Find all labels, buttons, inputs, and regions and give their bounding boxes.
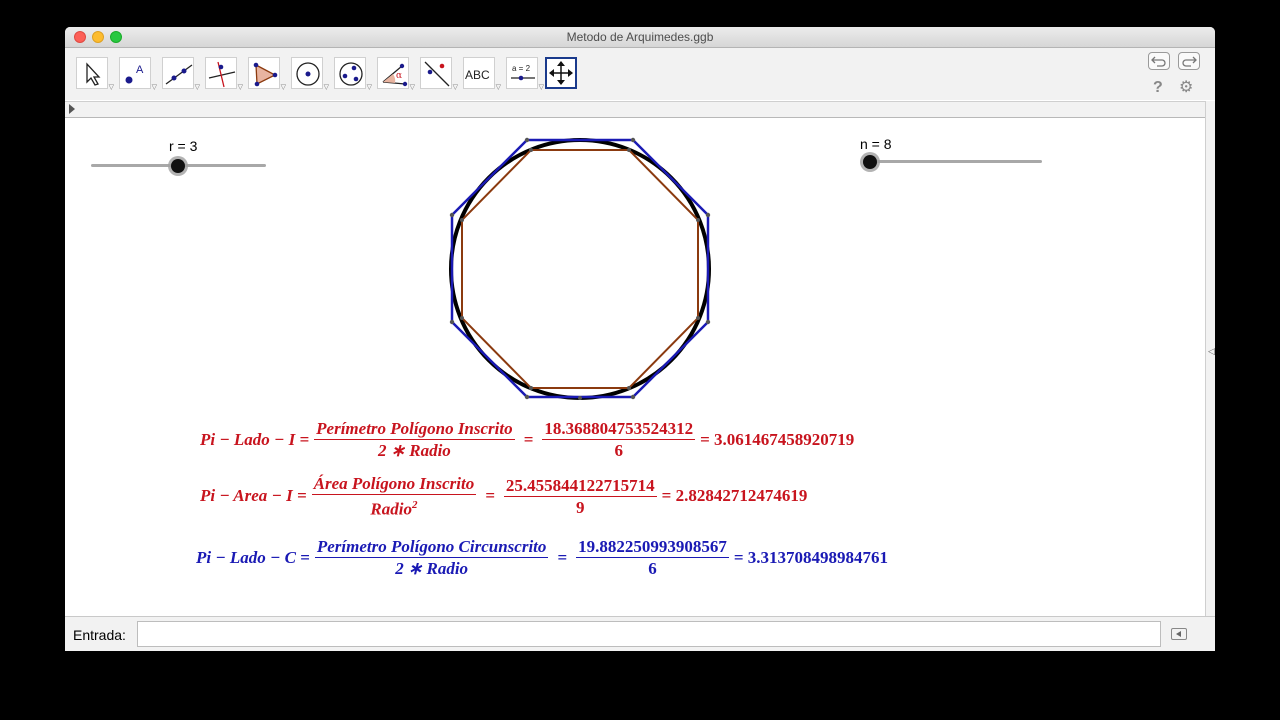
svg-text:α: α — [396, 71, 402, 81]
algebra-view-strip — [65, 101, 1205, 118]
point-tool-button[interactable]: A ▽ — [119, 57, 157, 91]
circle-tool-button[interactable]: ▽ — [291, 57, 329, 91]
title-bar[interactable]: Metodo de Arquimedes.ggb — [65, 27, 1215, 48]
formula-2-equals: = — [485, 486, 495, 506]
undo-button[interactable] — [1148, 52, 1170, 70]
help-icon[interactable]: ? — [1153, 79, 1163, 97]
redo-button[interactable] — [1178, 52, 1200, 70]
formula-pi-area-inscrito: Pi − Area − I = Área Polígono Inscrito R… — [200, 473, 807, 520]
circle-three-points-icon — [339, 62, 363, 86]
svg-text:ABC: ABC — [465, 68, 490, 82]
inscribed-polygon[interactable] — [461, 149, 699, 389]
polygon-tool-button[interactable]: ▽ — [248, 57, 286, 91]
cursor-arrow-icon — [86, 62, 101, 86]
circle-center-icon — [296, 62, 320, 86]
formula-2-denominator: Radio2 — [368, 495, 419, 520]
graphics-view[interactable]: r = 3 n = 8 Pi − Lado − I = Perímetro Po… — [65, 118, 1205, 615]
gear-icon[interactable]: ⚙ — [1179, 77, 1193, 97]
formula-pi-lado-inscrito: Pi − Lado − I = Perímetro Polígono Inscr… — [200, 418, 854, 461]
window-title: Metodo de Arquimedes.ggb — [566, 30, 714, 44]
move-tool-button[interactable]: ▽ — [76, 57, 114, 91]
formula-1-denominator: 2 ∗ Radio — [377, 441, 451, 460]
formula-pi-lado-circunscrito: Pi − Lado − C = Perímetro Polígono Circu… — [196, 536, 888, 579]
point-icon: A — [125, 64, 144, 84]
formula-2-value-denominator: 9 — [576, 497, 585, 517]
slider-n-knob[interactable] — [863, 155, 877, 169]
move-graphics-view-button[interactable] — [545, 57, 577, 89]
toolbar: ▽ A ▽ ▽ ▽ ▽ ▽ ▽ α ▽ ▽ ABC ▽ a = 2 ▽ — [65, 48, 1215, 100]
slider-icon: a = 2 — [511, 64, 535, 81]
slider-n-label: n = 8 — [860, 136, 892, 152]
formula-3-lhs: Pi − Lado − C = — [196, 547, 310, 567]
circle-three-points-button[interactable]: ▽ — [334, 57, 372, 91]
input-bar: Entrada: — [65, 616, 1215, 651]
svg-text:a = 2: a = 2 — [512, 64, 531, 73]
formula-2-value-numerator: 25.455844122715714 — [503, 475, 657, 497]
formula-3-symbolic-fraction: Perímetro Polígono Circunscrito 2 ∗ Radi… — [314, 536, 549, 579]
formula-2-value-fraction: 25.455844122715714 9 — [503, 475, 657, 518]
move-arrows-icon — [549, 61, 573, 85]
formula-1-equals: = — [523, 429, 534, 449]
formula-3-equals: = — [557, 547, 568, 567]
formula-2-exponent: 2 — [411, 499, 418, 511]
formula-3-numerator: Perímetro Polígono Circunscrito — [314, 537, 549, 558]
formula-3-value-denominator: 6 — [648, 559, 657, 578]
input-field[interactable] — [137, 621, 1161, 647]
polygon-icon — [253, 62, 278, 87]
reflect-tool-button[interactable]: ▽ — [420, 57, 458, 91]
archimedes-construction[interactable] — [427, 124, 747, 424]
slider-tool-button[interactable]: a = 2 ▽ — [506, 57, 544, 91]
formula-1-value-numerator: 18.368804753524312 — [542, 419, 696, 440]
app-window: Metodo de Arquimedes.ggb ▽ A ▽ ▽ ▽ ▽ ▽ ▽ … — [65, 27, 1215, 651]
redo-icon — [1182, 56, 1197, 67]
formula-2-lhs: Pi − Area − I = — [200, 486, 307, 506]
expand-algebra-icon[interactable] — [69, 104, 75, 114]
formula-3-result: = 3.313708498984761 — [733, 547, 889, 567]
formula-2-symbolic-fraction: Área Polígono Inscrito Radio2 — [311, 473, 477, 520]
perpendicular-line-icon — [208, 61, 236, 88]
formula-3-denominator: 2 ∗ Radio — [395, 559, 469, 578]
svg-text:A: A — [136, 64, 144, 76]
formula-3-value-numerator: 19.882250993908567 — [576, 537, 729, 558]
reflect-icon — [424, 61, 450, 87]
collapse-sidebar-icon[interactable]: ◁ — [1208, 346, 1215, 357]
angle-tool-button[interactable]: α ▽ — [377, 57, 415, 91]
slider-r-label: r = 3 — [169, 138, 198, 154]
formula-1-symbolic-fraction: Perímetro Polígono Inscrito 2 ∗ Radio — [314, 418, 515, 461]
slider-n-track[interactable] — [863, 160, 1042, 163]
formula-2-numerator: Área Polígono Inscrito — [311, 474, 477, 495]
formula-2-result: = 2.82842712474619 — [661, 486, 808, 506]
formula-1-numerator: Perímetro Polígono Inscrito — [314, 419, 515, 440]
line-tool-button[interactable]: ▽ — [162, 57, 200, 91]
formula-1-lhs: Pi − Lado − I = — [200, 429, 310, 449]
formula-1-value-fraction: 18.368804753524312 6 — [542, 418, 696, 461]
angle-icon: α — [382, 63, 408, 87]
perpendicular-tool-button[interactable]: ▽ — [205, 57, 243, 91]
perspective-sidebar: ◁ — [1205, 101, 1215, 616]
input-help-icon[interactable] — [1171, 628, 1187, 640]
formula-3-value-fraction: 19.882250993908567 6 — [576, 536, 729, 579]
line-icon — [165, 64, 193, 85]
formula-1-value-denominator: 6 — [614, 441, 623, 460]
text-tool-button[interactable]: ABC ▽ — [463, 57, 501, 91]
slider-r-knob[interactable] — [171, 159, 185, 173]
undo-icon — [1151, 56, 1166, 67]
formula-2-denominator-base: Radio — [370, 499, 412, 519]
text-icon: ABC — [465, 68, 490, 82]
input-label: Entrada: — [73, 627, 126, 643]
formula-1-result: = 3.061467458920719 — [700, 429, 855, 449]
